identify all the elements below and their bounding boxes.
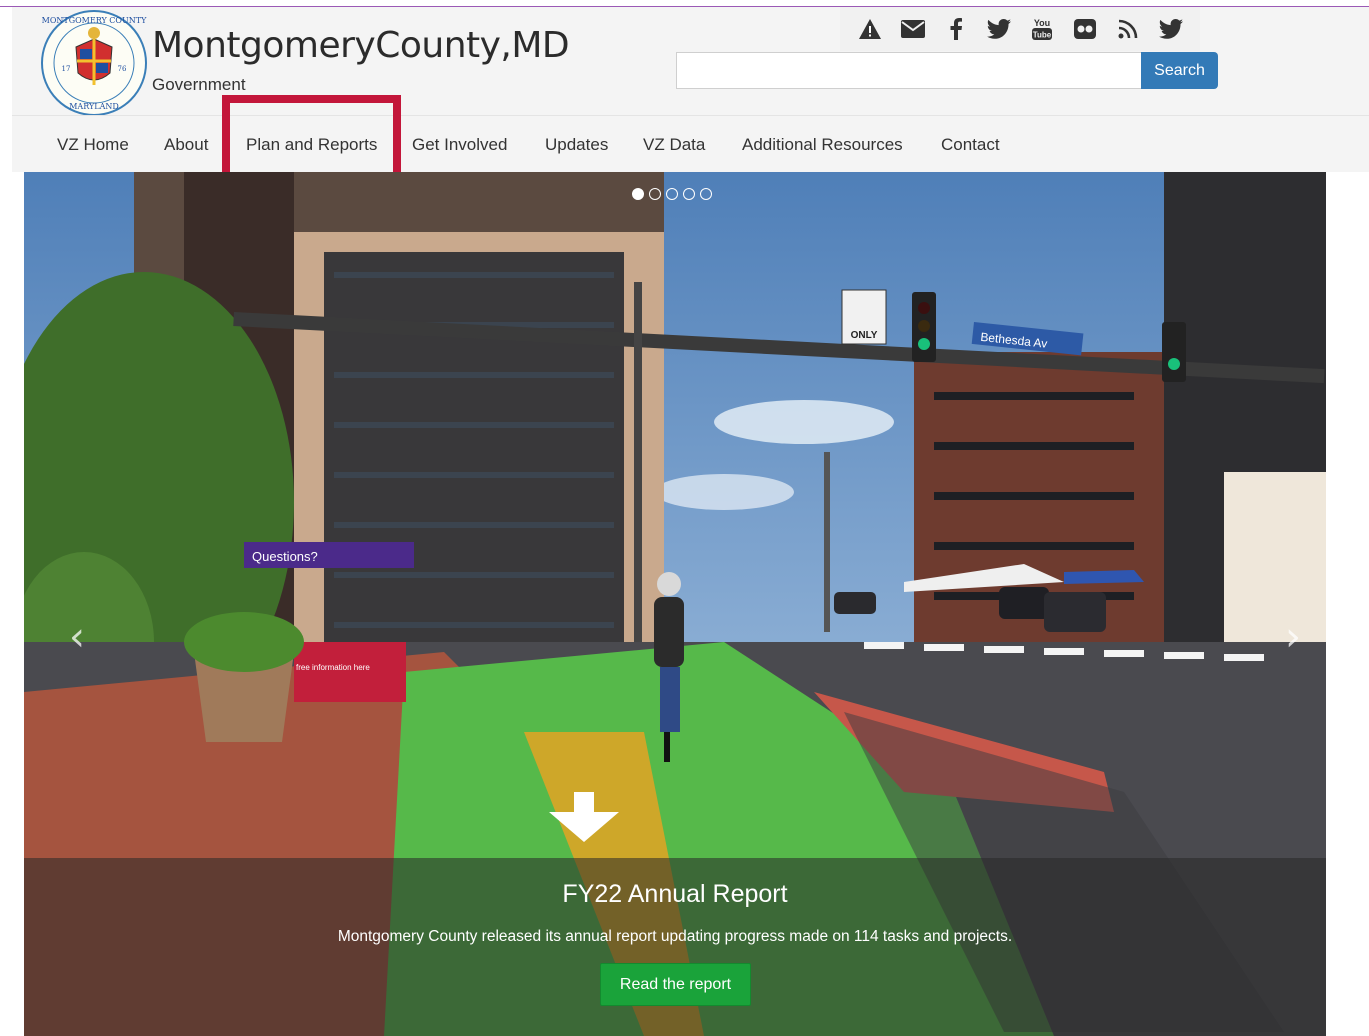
svg-text:Tube: Tube bbox=[1032, 31, 1051, 40]
carousel-next-icon[interactable]: › bbox=[1278, 612, 1308, 662]
svg-text:Questions?: Questions? bbox=[252, 549, 318, 564]
carousel-prev-icon[interactable]: ‹ bbox=[62, 612, 92, 662]
carousel-dot-3[interactable] bbox=[666, 188, 678, 200]
carousel-dot-4[interactable] bbox=[683, 188, 695, 200]
caption-title: FY22 Annual Report bbox=[562, 880, 788, 908]
search-input[interactable] bbox=[676, 52, 1142, 89]
svg-text:MONTGOMERY COUNTY: MONTGOMERY COUNTY bbox=[42, 16, 147, 25]
nav-item-vz-home[interactable]: VZ Home bbox=[57, 116, 129, 173]
rss-icon[interactable] bbox=[1115, 16, 1141, 42]
youtube-icon[interactable]: You Tube bbox=[1029, 16, 1055, 42]
caption-text: Montgomery County released its annual re… bbox=[337, 928, 1013, 945]
site-subtitle: Government bbox=[152, 75, 246, 94]
read-report-button[interactable]: Read the report bbox=[600, 963, 751, 1006]
hero-carousel[interactable]: Bethesda Av ONLY Questions? free informa… bbox=[24, 172, 1326, 1036]
search-button[interactable]: Search bbox=[1141, 52, 1218, 89]
flickr-icon[interactable] bbox=[1072, 16, 1098, 42]
county-seal-logo[interactable]: MONTGOMERY COUNTY MARYLAND 17 76 bbox=[40, 9, 148, 117]
main-nav: VZ Home About Plan and Reports Get Invol… bbox=[12, 95, 1369, 185]
svg-text:17: 17 bbox=[62, 65, 71, 73]
social-toolbar: You Tube bbox=[840, 7, 1200, 51]
carousel-caption: FY22 Annual Report Montgomery County rel… bbox=[24, 858, 1326, 1036]
facebook-icon[interactable] bbox=[943, 16, 969, 42]
carousel-indicators bbox=[632, 188, 712, 200]
alert-icon[interactable] bbox=[857, 16, 883, 42]
site-title[interactable]: MontgomeryCounty,MD bbox=[152, 25, 570, 66]
nav-item-contact[interactable]: Contact bbox=[941, 116, 1000, 173]
svg-text:76: 76 bbox=[118, 65, 127, 73]
svg-text:MARYLAND: MARYLAND bbox=[69, 102, 119, 111]
svg-text:You: You bbox=[1033, 18, 1049, 28]
nav-item-additional-resources[interactable]: Additional Resources bbox=[742, 116, 903, 173]
nav-item-plan-and-reports[interactable]: Plan and Reports bbox=[246, 116, 377, 173]
site-header: MONTGOMERY COUNTY MARYLAND 17 76 Montgom… bbox=[12, 7, 1369, 117]
nav-item-vz-data[interactable]: VZ Data bbox=[643, 116, 705, 173]
twitter-icon-secondary[interactable] bbox=[1158, 16, 1184, 42]
carousel-dot-5[interactable] bbox=[700, 188, 712, 200]
svg-text:ONLY: ONLY bbox=[851, 330, 878, 341]
carousel-dot-1[interactable] bbox=[632, 188, 644, 200]
svg-text:free information here: free information here bbox=[296, 663, 370, 672]
nav-item-updates[interactable]: Updates bbox=[545, 116, 608, 173]
nav-item-about[interactable]: About bbox=[164, 116, 208, 173]
twitter-icon[interactable] bbox=[986, 16, 1012, 42]
email-icon[interactable] bbox=[900, 16, 926, 42]
nav-item-get-involved[interactable]: Get Involved bbox=[412, 116, 507, 173]
carousel-dot-2[interactable] bbox=[649, 188, 661, 200]
